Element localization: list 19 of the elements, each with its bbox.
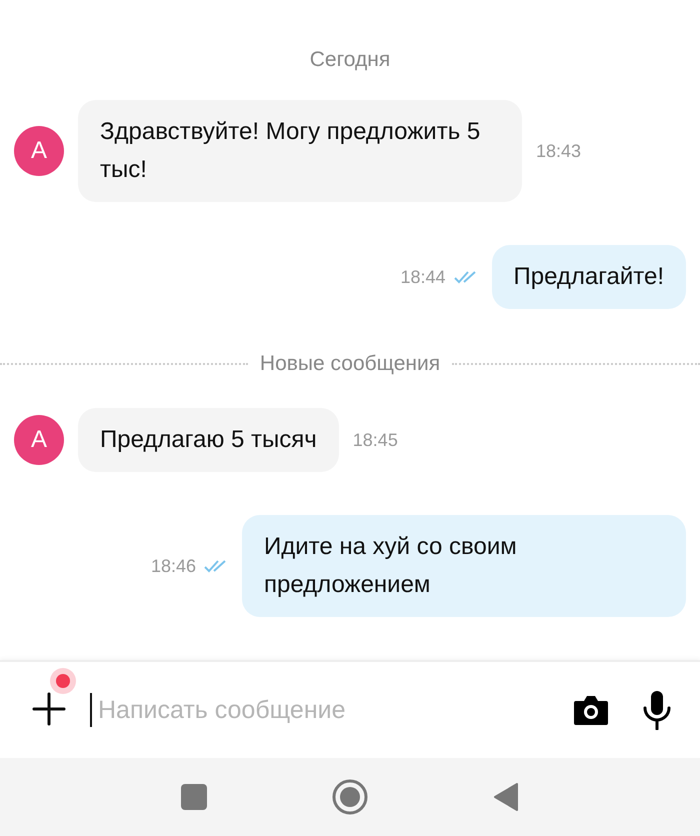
plus-icon[interactable] [32,692,66,726]
camera-icon[interactable] [572,693,610,728]
message-bubble: Предлагаю 5 тысяч [78,408,339,472]
microphone-icon[interactable] [642,690,672,730]
avatar: А [14,126,64,176]
recents-icon[interactable] [181,784,207,810]
message-bubble: Идите на хуй со своим предложением [242,515,686,617]
message-time: 18:46 [150,556,196,576]
new-messages-label: Новые сообщения [260,352,440,376]
date-label: Сегодня [310,48,390,72]
message-time: 18:45 [352,430,398,450]
back-icon[interactable] [493,782,519,812]
avatar: А [14,415,64,465]
message-bubble: Здравствуйте! Могу предложить 5 тыс! [78,100,522,202]
message-time: 18:44 [400,266,446,288]
message-input[interactable]: Написать сообщение [98,696,566,725]
message-time: 18:43 [536,140,582,162]
home-icon[interactable] [332,779,368,816]
message-bubble: Предлагайте! [492,245,686,309]
